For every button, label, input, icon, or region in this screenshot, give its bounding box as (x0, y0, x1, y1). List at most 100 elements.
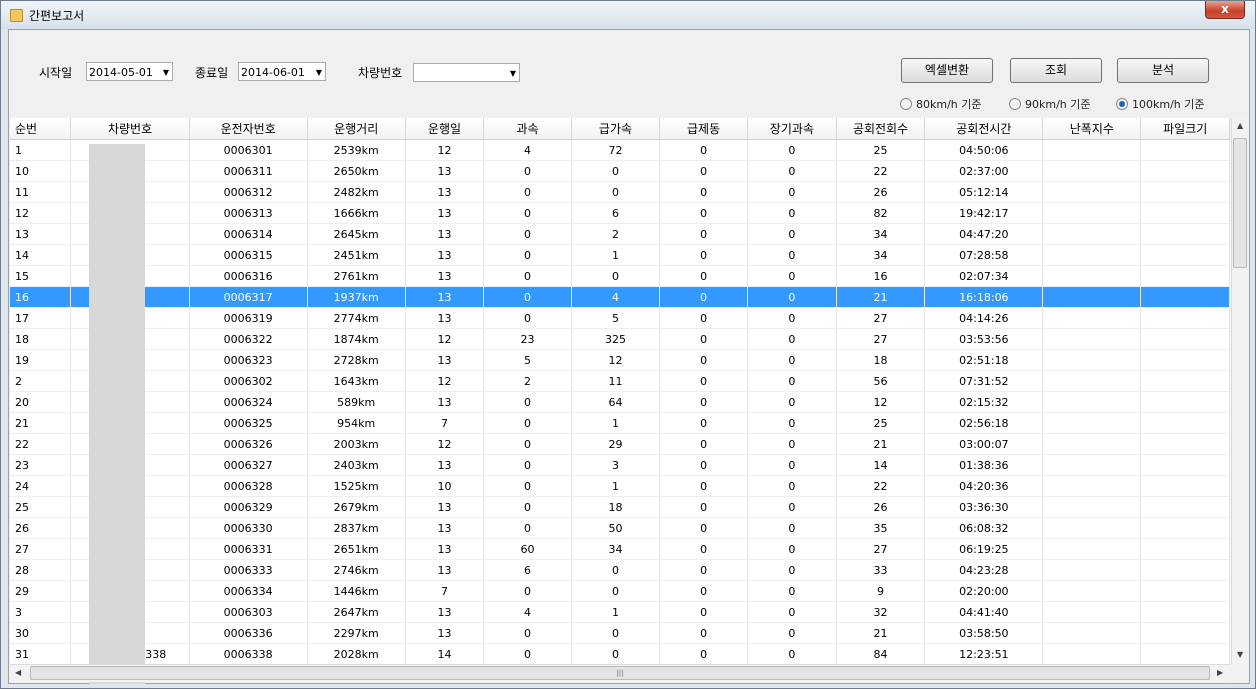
table-cell: 34 (836, 223, 926, 245)
end-date-label: 종료일 (195, 66, 229, 80)
table-cell (1140, 223, 1230, 245)
table-row[interactable]: 26633000063302837km13050003506:08:32 (10, 517, 1230, 539)
table-cell: 0 (483, 223, 572, 245)
excel-export-button[interactable]: 엑셀변환 (901, 58, 993, 83)
column-header[interactable]: 운전자번호 (189, 118, 308, 140)
query-button[interactable]: 조회 (1010, 58, 1102, 83)
table-cell: 0006333 (189, 559, 308, 581)
table-cell: 29 (10, 580, 72, 602)
table-cell: 0 (747, 181, 837, 203)
scroll-right-icon[interactable]: ▶ (1217, 668, 1223, 677)
table-cell (1042, 307, 1142, 329)
vertical-scrollbar[interactable]: ▲ ▼ (1231, 118, 1249, 664)
table-row[interactable]: 3630300063032647km1341003204:41:40 (10, 601, 1230, 623)
column-header[interactable]: 난폭지수 (1042, 118, 1142, 140)
table-row[interactable]: 13631400063142645km1302003404:47:20 (10, 223, 1230, 245)
table-row[interactable]: 29633400063341446km70000902:20:00 (10, 580, 1230, 602)
table-cell: 35 (836, 517, 926, 539)
table-row[interactable]: 19632300063232728km13512001802:51:18 (10, 349, 1230, 371)
table-row[interactable]: 17631900063192774km1305002704:14:26 (10, 307, 1230, 329)
table-cell: 82 (836, 202, 926, 224)
start-date-select[interactable]: 2014-05-01 ▼ (86, 62, 173, 81)
table-row[interactable]: 14631500063152451km1301003407:28:58 (10, 244, 1230, 266)
table-cell: 0 (747, 202, 837, 224)
table-row[interactable]: 24632800063281525km1001002204:20:36 (10, 475, 1230, 497)
end-date-select[interactable]: 2014-06-01 ▼ (238, 62, 326, 81)
table-row[interactable]: 12631300063131666km1306008219:42:17 (10, 202, 1230, 224)
column-header[interactable]: 차량번호 (70, 118, 190, 140)
table-row[interactable]: 23632700063272403km1303001401:38:36 (10, 454, 1230, 476)
column-header[interactable]: 순번 (10, 118, 72, 140)
horizontal-scrollbar[interactable]: ◀ ||| ▶ (10, 664, 1231, 682)
column-header[interactable]: 과속 (483, 118, 572, 140)
table-cell (1140, 286, 1230, 308)
table-cell: 2 (571, 223, 661, 245)
table-row[interactable]: 18632200063221874km1223325002703:53:56 (10, 328, 1230, 350)
column-header[interactable]: 운행거리 (307, 118, 406, 140)
table-row[interactable]: 25632900063292679km13018002603:36:30 (10, 496, 1230, 518)
radio-80kmh[interactable]: 80km/h 기준 (900, 96, 982, 112)
table-cell: 2403km (307, 454, 406, 476)
table-cell: 21 (836, 622, 926, 644)
table-row[interactable]: 16631700063171937km1304002116:18:06 (10, 286, 1230, 308)
table-row[interactable]: 10631100063112650km1300002202:37:00 (10, 160, 1230, 182)
title-bar[interactable]: 간편보고서 x (1, 1, 1255, 29)
analyze-button[interactable]: 분석 (1117, 58, 1209, 83)
column-header[interactable]: 파일크기 (1140, 118, 1230, 140)
report-table: 순번 차량번호 운전자번호 운행거리 운행일 과속 급가속 급제동 장기과속 공회전회수 공회전시간… (10, 118, 1230, 664)
table-row[interactable]: 15631600063162761km1300001602:07:34 (10, 265, 1230, 287)
table-cell: 0 (747, 601, 837, 623)
table-cell (1140, 601, 1230, 623)
table-cell: 9 (836, 580, 926, 602)
table-cell (1140, 139, 1230, 161)
table-cell: 0 (659, 433, 749, 455)
table-row[interactable]: 27633100063312651km136034002706:19:25 (10, 538, 1230, 560)
vehicle-number-select[interactable]: ▼ (413, 63, 520, 82)
scroll-up-icon[interactable]: ▲ (1237, 121, 1243, 130)
horizontal-scroll-thumb[interactable]: ||| (30, 666, 1210, 680)
table-cell: 0 (747, 139, 837, 161)
column-header[interactable]: 급제동 (659, 118, 749, 140)
table-row[interactable]: 11631200063122482km1300002605:12:14 (10, 181, 1230, 203)
table-cell: 01:38:36 (924, 454, 1044, 476)
table-cell: 0 (659, 139, 749, 161)
table-cell: 13 (405, 601, 485, 623)
table-row[interactable]: 1630100063012539km12472002504:50:06 (10, 139, 1230, 161)
close-button[interactable]: x (1205, 1, 1245, 19)
column-header[interactable]: 공회전시간 (924, 118, 1044, 140)
table-row[interactable]: 2063240006324589km13064001202:15:32 (10, 391, 1230, 413)
radio-100kmh[interactable]: 100km/h 기준 (1116, 96, 1205, 112)
table-row[interactable]: 22632600063262003km12029002103:00:07 (10, 433, 1230, 455)
table-row[interactable]: 31경북16자633800063382028km1400008412:23:51 (10, 643, 1230, 664)
table-cell: 0 (659, 601, 749, 623)
table-cell: 0 (659, 412, 749, 434)
column-header[interactable]: 급가속 (571, 118, 661, 140)
table-cell: 13 (405, 223, 485, 245)
table-cell: 0 (747, 307, 837, 329)
column-header[interactable]: 장기과속 (747, 118, 837, 140)
table-cell (1042, 139, 1142, 161)
scroll-down-icon[interactable]: ▼ (1237, 650, 1243, 659)
table-cell: 0006325 (189, 412, 308, 434)
table-cell: 13 (405, 559, 485, 581)
table-row[interactable]: 2163250006325954km701002502:56:18 (10, 412, 1230, 434)
table-cell: 0006316 (189, 265, 308, 287)
scroll-left-icon[interactable]: ◀ (15, 668, 21, 677)
vertical-scroll-thumb[interactable] (1233, 138, 1247, 268)
radio-90kmh[interactable]: 90km/h 기준 (1009, 96, 1091, 112)
table-cell: 0 (659, 643, 749, 664)
table-row[interactable]: 2630200063021643km12211005607:31:52 (10, 370, 1230, 392)
table-cell: 21 (836, 286, 926, 308)
column-header[interactable]: 공회전회수 (836, 118, 926, 140)
table-row[interactable]: 30633600063362297km1300002103:58:50 (10, 622, 1230, 644)
table-cell: 0 (747, 643, 837, 664)
table-cell: 0 (659, 307, 749, 329)
table-cell (1140, 307, 1230, 329)
table-row[interactable]: 28633300063332746km1360003304:23:28 (10, 559, 1230, 581)
column-header[interactable]: 운행일 (405, 118, 485, 140)
table-cell: 1643km (307, 370, 406, 392)
start-date-label: 시작일 (39, 66, 73, 80)
table-cell: 13 (405, 517, 485, 539)
table-cell: 0 (747, 622, 837, 644)
table-cell: 14 (10, 244, 72, 266)
